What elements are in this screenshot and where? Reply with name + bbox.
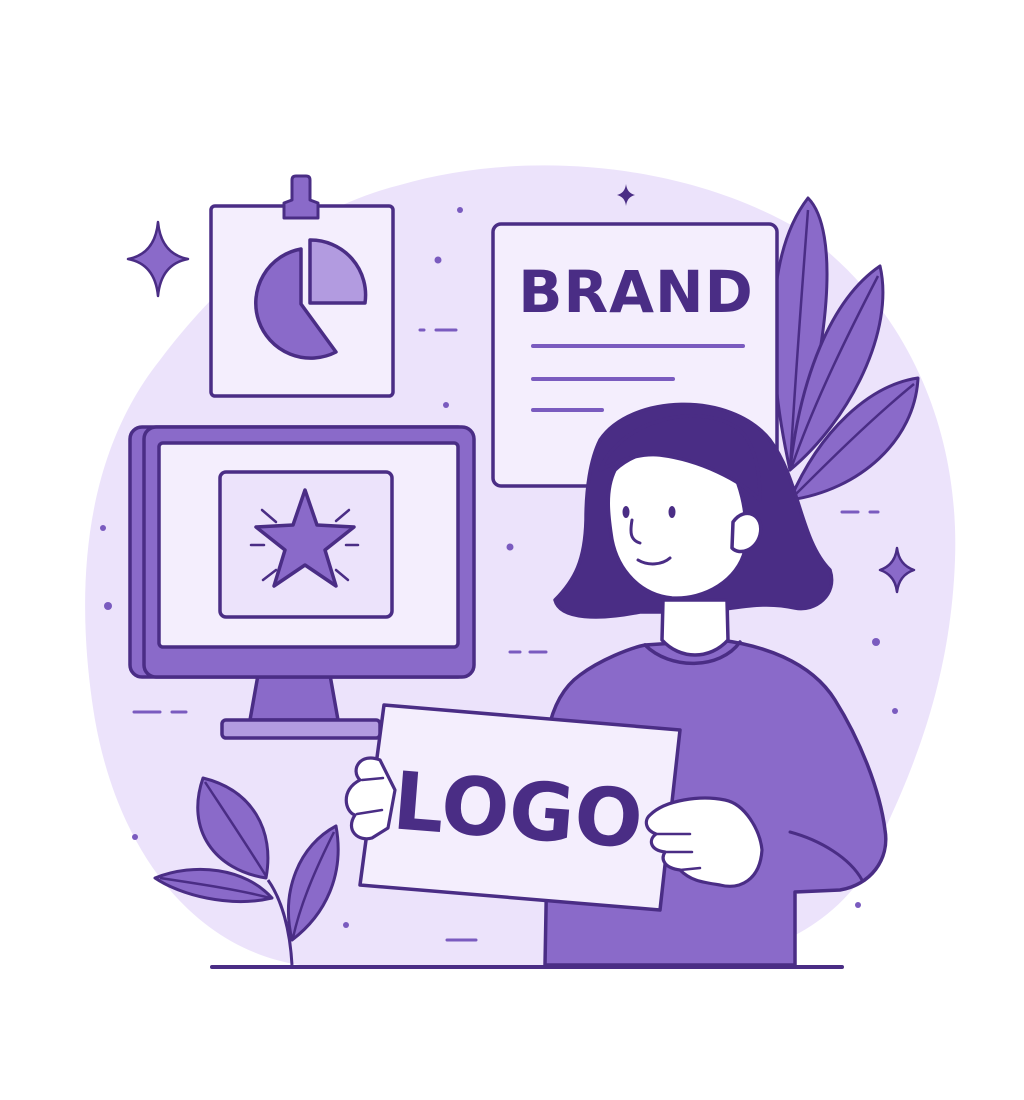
monitor-stand (248, 673, 340, 722)
brand-card-title: BRAND (518, 258, 753, 326)
logo-sign: LOGO (358, 703, 682, 912)
monitor-base (220, 718, 382, 740)
pie-chart-card (209, 174, 395, 398)
eye-left (622, 506, 630, 518)
logo-sign-text: LOGO (390, 754, 646, 866)
neck (660, 598, 730, 657)
eye-right (668, 506, 676, 518)
brand-design-illustration: BRAND LOGO (85, 165, 956, 969)
sparkle-icon-left (126, 220, 190, 298)
pin-icon (282, 174, 320, 220)
